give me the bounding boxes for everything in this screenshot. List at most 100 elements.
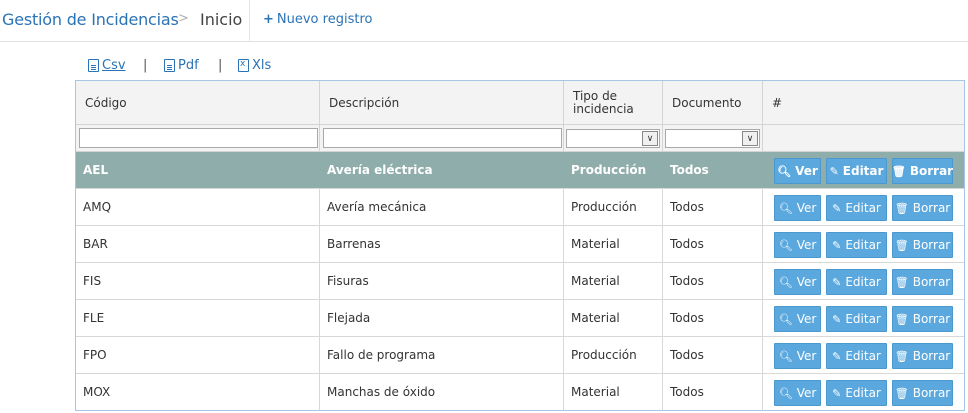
breadcrumb-separator: >	[178, 11, 189, 26]
column-header-code[interactable]: Código	[76, 81, 320, 125]
delete-button-label: Borrar	[912, 349, 951, 363]
cell-code: FPO	[76, 337, 320, 373]
view-button[interactable]: 🔍︎ Ver	[774, 343, 821, 369]
pencil-icon: ✎	[829, 164, 839, 178]
filter-document-select[interactable]: ∨	[665, 129, 760, 148]
cell-actions: 🔍︎ Ver ✎ Editar 🗑︎ Borrar	[763, 226, 964, 262]
cell-type: Producción	[564, 337, 663, 373]
trash-icon: 🗑︎	[894, 312, 909, 326]
edit-button-label: Editar	[842, 164, 884, 178]
edit-button[interactable]: ✎ Editar	[826, 158, 887, 184]
chevron-down-icon: ∨	[742, 131, 758, 146]
export-csv-label: Csv	[102, 58, 126, 73]
cell-code: AMQ	[76, 189, 320, 225]
search-icon: 🔍︎	[778, 386, 793, 400]
edit-button[interactable]: ✎ Editar	[826, 306, 887, 332]
column-header-actions: #	[772, 95, 783, 110]
delete-button[interactable]: 🗑︎ Borrar	[892, 232, 953, 258]
table-row[interactable]: MOX Manchas de óxido Material Todos 🔍︎ Ver ✎ Ed…	[76, 374, 964, 410]
app-title[interactable]: Gestión de Incidencias	[2, 10, 179, 29]
cell-actions: 🔍︎ Ver ✎ Editar 🗑︎ Borrar	[763, 152, 964, 188]
view-button[interactable]: 🔍︎ Ver	[774, 195, 821, 221]
delete-button[interactable]: 🗑︎ Borrar	[892, 195, 953, 221]
view-button[interactable]: 🔍︎ Ver	[774, 380, 821, 406]
header-divider	[249, 0, 250, 41]
cell-type: Material	[564, 263, 663, 299]
cell-description: Fisuras	[320, 263, 564, 299]
table-row[interactable]: FPO Fallo de programa Producción Todos 🔍︎ Ver…	[76, 337, 964, 374]
column-header-description[interactable]: Descripción	[320, 81, 564, 125]
export-pdf-link[interactable]: Pdf	[164, 58, 199, 73]
cell-document: Todos	[663, 226, 763, 262]
grid-header: Código Descripción Tipo de incidencia Do…	[76, 81, 964, 125]
column-header-type[interactable]: Tipo de incidencia	[564, 81, 663, 125]
search-icon: 🔍︎	[778, 275, 793, 289]
cell-document: Todos	[663, 263, 763, 299]
cell-description: Flejada	[320, 300, 564, 336]
table-row[interactable]: AEL Avería eléctrica Producción Todos 🔍︎ Ver ✎…	[76, 152, 964, 189]
view-button[interactable]: 🔍︎ Ver	[774, 306, 821, 332]
cell-document: Todos	[663, 152, 763, 188]
trash-icon: 🗑︎	[894, 201, 909, 215]
cell-document: Todos	[663, 300, 763, 336]
filter-type-select[interactable]: ∨	[566, 129, 660, 148]
pencil-icon: ✎	[832, 201, 842, 215]
filter-cell-actions	[763, 125, 964, 152]
chevron-down-icon: ∨	[642, 131, 658, 146]
cell-type: Producción	[564, 152, 663, 188]
cell-actions: 🔍︎ Ver ✎ Editar 🗑︎ Borrar	[763, 337, 964, 373]
delete-button[interactable]: 🗑︎ Borrar	[892, 269, 953, 295]
cell-description: Fallo de programa	[320, 337, 564, 373]
table-row[interactable]: AMQ Avería mecánica Producción Todos 🔍︎ Ver ✎ E…	[76, 189, 964, 226]
view-button-label: Ver	[796, 312, 817, 326]
view-button[interactable]: 🔍︎ Ver	[774, 232, 821, 258]
edit-button[interactable]: ✎ Editar	[826, 343, 887, 369]
export-xls-link[interactable]: Xls	[238, 58, 271, 73]
search-icon: 🔍︎	[778, 349, 793, 363]
delete-button-label: Borrar	[912, 201, 951, 215]
pencil-icon: ✎	[832, 238, 842, 252]
filter-cell-document: ∨	[663, 125, 763, 152]
edit-button-label: Editar	[845, 349, 881, 363]
file-text-icon	[88, 59, 99, 72]
table-row[interactable]: FLE Flejada Material Todos 🔍︎ Ver ✎ Editar 🗑︎ Bor…	[76, 300, 964, 337]
export-csv-link[interactable]: Csv	[88, 58, 126, 73]
cell-document: Todos	[663, 337, 763, 373]
pencil-icon: ✎	[832, 312, 842, 326]
cell-document: Todos	[663, 189, 763, 225]
view-button[interactable]: 🔍︎ Ver	[774, 269, 821, 295]
edit-button[interactable]: ✎ Editar	[826, 269, 887, 295]
cell-actions: 🔍︎ Ver ✎ Editar 🗑︎ Borrar	[763, 189, 964, 225]
file-excel-icon	[238, 59, 249, 72]
delete-button[interactable]: 🗑︎ Borrar	[892, 306, 953, 332]
edit-button[interactable]: ✎ Editar	[826, 380, 887, 406]
breadcrumb-home[interactable]: Inicio	[200, 10, 242, 29]
table-row[interactable]: FIS Fisuras Material Todos 🔍︎ Ver ✎ Editar 🗑︎ Bor…	[76, 263, 964, 300]
cell-code: FLE	[76, 300, 320, 336]
filter-description-input[interactable]	[323, 128, 562, 148]
column-header-document[interactable]: Documento	[663, 81, 763, 125]
new-record-link[interactable]: + Nuevo registro	[263, 12, 372, 27]
view-button-label: Ver	[796, 275, 817, 289]
filter-code-input[interactable]	[79, 128, 318, 148]
delete-button[interactable]: 🗑︎ Borrar	[892, 158, 953, 184]
cell-description: Barrenas	[320, 226, 564, 262]
cell-description: Manchas de óxido	[320, 374, 564, 410]
trash-icon: 🗑︎	[894, 238, 909, 252]
trash-icon: 🗑︎	[894, 275, 909, 289]
file-pdf-icon	[164, 59, 175, 72]
trash-icon: 🗑︎	[894, 349, 909, 363]
app-header: Gestión de Incidencias > Inicio + Nuevo r…	[0, 0, 968, 42]
delete-button[interactable]: 🗑︎ Borrar	[892, 380, 953, 406]
cell-actions: 🔍︎ Ver ✎ Editar 🗑︎ Borrar	[763, 374, 964, 410]
new-record-label: Nuevo registro	[276, 12, 373, 27]
cell-code: MOX	[76, 374, 320, 410]
table-row[interactable]: BAR Barrenas Material Todos 🔍︎ Ver ✎ Editar 🗑︎ Bo…	[76, 226, 964, 263]
delete-button[interactable]: 🗑︎ Borrar	[892, 343, 953, 369]
view-button-label: Ver	[796, 201, 817, 215]
edit-button[interactable]: ✎ Editar	[826, 232, 887, 258]
trash-icon: 🗑︎	[894, 386, 909, 400]
edit-button-label: Editar	[845, 312, 881, 326]
view-button[interactable]: 🔍︎ Ver	[774, 158, 821, 184]
edit-button[interactable]: ✎ Editar	[826, 195, 887, 221]
